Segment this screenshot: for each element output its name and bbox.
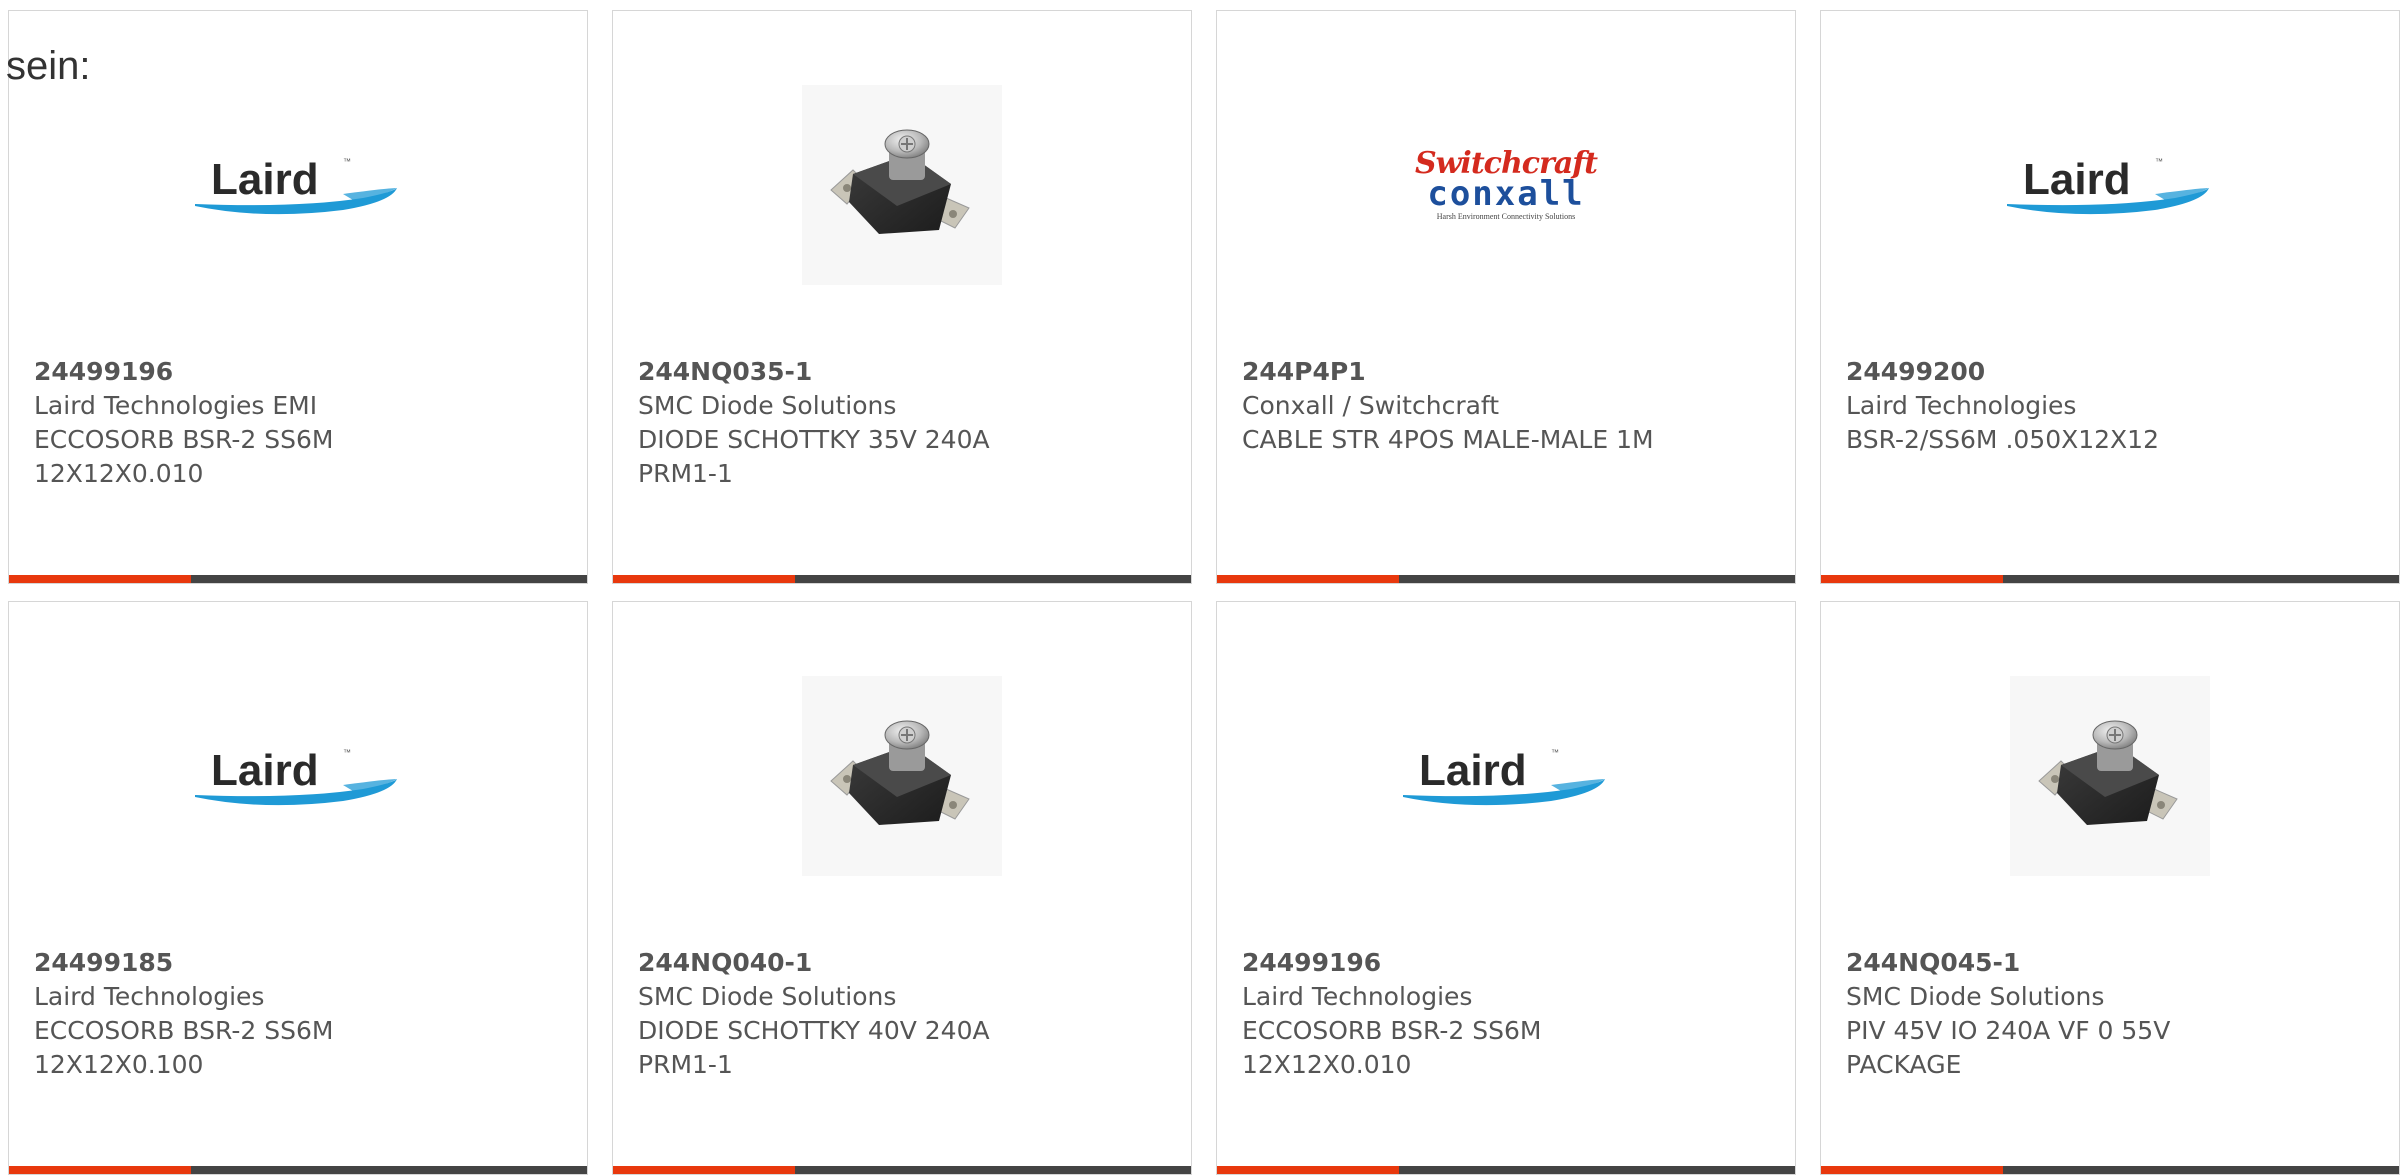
card-bottom-bar: [1821, 1166, 2399, 1174]
product-info: 244NQ040-1 SMC Diode Solutions DIODE SCH…: [638, 946, 1171, 1082]
product-card[interactable]: Laird ™ 24499185 Laird Technologies ECCO…: [8, 601, 588, 1175]
product-image[interactable]: Laird ™: [1217, 660, 1795, 892]
description-line-1: CABLE STR 4POS MALE-MALE 1M: [1242, 425, 1654, 454]
part-number[interactable]: 24499196: [1242, 946, 1775, 980]
description-line-2: PRM1-1: [638, 459, 733, 488]
card-accent-bar: [1217, 575, 1399, 583]
diode-module-photo: [2010, 676, 2210, 876]
product-card[interactable]: 244NQ035-1 SMC Diode Solutions DIODE SCH…: [612, 10, 1192, 584]
manufacturer: SMC Diode Solutions: [1846, 982, 2105, 1011]
product-image[interactable]: Laird ™: [1821, 69, 2399, 301]
laird-logo-icon: Laird ™: [195, 746, 397, 806]
diode-module-photo: [802, 85, 1002, 285]
product-info: 24499196 Laird Technologies ECCOSORB BSR…: [1242, 946, 1775, 1082]
description-line-2: 12X12X0.010: [1242, 1050, 1412, 1079]
product-card[interactable]: Laird ™ 24499196 Laird Technologies ECCO…: [1216, 601, 1796, 1175]
product-info: 244P4P1 Conxall / Switchcraft CABLE STR …: [1242, 355, 1775, 457]
product-image[interactable]: Switchcraft conxall Harsh Environment Co…: [1217, 69, 1795, 301]
diode-module-photo: [802, 676, 1002, 876]
card-bottom-bar: [1217, 1166, 1795, 1174]
description-line-1: DIODE SCHOTTKY 35V 240A: [638, 425, 990, 454]
logo-text: Laird: [2023, 155, 2131, 204]
card-accent-bar: [9, 1166, 191, 1174]
product-card[interactable]: Laird ™ 24499196 Laird Technologies EMI …: [8, 10, 588, 584]
svg-text:™: ™: [2155, 157, 2163, 166]
card-accent-bar: [9, 575, 191, 583]
product-image[interactable]: [613, 660, 1191, 892]
card-accent-bar: [1821, 575, 2003, 583]
logo-tagline: Harsh Environment Connectivity Solutions: [1436, 212, 1576, 221]
laird-logo-icon: Laird ™: [2007, 155, 2209, 215]
manufacturer: Laird Technologies EMI: [34, 391, 318, 420]
svg-text:™: ™: [343, 157, 351, 166]
part-number[interactable]: 244NQ040-1: [638, 946, 1171, 980]
part-number[interactable]: 244NQ035-1: [638, 355, 1171, 389]
svg-text:™: ™: [343, 748, 351, 757]
product-card[interactable]: 244NQ040-1 SMC Diode Solutions DIODE SCH…: [612, 601, 1192, 1175]
product-image[interactable]: [1821, 660, 2399, 892]
product-card[interactable]: 244NQ045-1 SMC Diode Solutions PIV 45V I…: [1820, 601, 2400, 1175]
manufacturer: SMC Diode Solutions: [638, 982, 897, 1011]
part-number[interactable]: 244P4P1: [1242, 355, 1775, 389]
product-info: 24499200 Laird Technologies BSR-2/SS6M .…: [1846, 355, 2379, 457]
part-number[interactable]: 24499185: [34, 946, 567, 980]
part-number[interactable]: 244NQ045-1: [1846, 946, 2379, 980]
description-line-2: 12X12X0.010: [34, 459, 204, 488]
logo-mid-text: conxall: [1427, 174, 1585, 214]
switchcraft-conxall-logo-icon: Switchcraft conxall Harsh Environment Co…: [1415, 149, 1598, 221]
product-image[interactable]: [613, 69, 1191, 301]
description-line-1: ECCOSORB BSR-2 SS6M: [1242, 1016, 1542, 1045]
card-bottom-bar: [1821, 575, 2399, 583]
product-card[interactable]: Laird ™ 24499200 Laird Technologies BSR-…: [1820, 10, 2400, 584]
card-bottom-bar: [9, 575, 587, 583]
part-number[interactable]: 24499196: [34, 355, 567, 389]
manufacturer: Conxall / Switchcraft: [1242, 391, 1500, 420]
card-accent-bar: [613, 575, 795, 583]
description-line-2: PRM1-1: [638, 1050, 733, 1079]
product-info: 244NQ035-1 SMC Diode Solutions DIODE SCH…: [638, 355, 1171, 491]
description-line-1: BSR-2/SS6M .050X12X12: [1846, 425, 2159, 454]
description-line-1: ECCOSORB BSR-2 SS6M: [34, 425, 334, 454]
logo-text: Laird: [211, 155, 319, 204]
product-card[interactable]: Switchcraft conxall Harsh Environment Co…: [1216, 10, 1796, 584]
intro-text: sein:: [6, 44, 91, 88]
description-line-1: DIODE SCHOTTKY 40V 240A: [638, 1016, 990, 1045]
product-info: 24499196 Laird Technologies EMI ECCOSORB…: [34, 355, 567, 491]
product-info: 244NQ045-1 SMC Diode Solutions PIV 45V I…: [1846, 946, 2379, 1082]
card-accent-bar: [1821, 1166, 2003, 1174]
card-bottom-bar: [1217, 575, 1795, 583]
manufacturer: SMC Diode Solutions: [638, 391, 897, 420]
description-line-2: PACKAGE: [1846, 1050, 1962, 1079]
card-bottom-bar: [613, 575, 1191, 583]
description-line-2: 12X12X0.100: [34, 1050, 204, 1079]
manufacturer: Laird Technologies: [34, 982, 265, 1011]
logo-text: Laird: [1419, 746, 1527, 795]
manufacturer: Laird Technologies: [1242, 982, 1473, 1011]
description-line-1: ECCOSORB BSR-2 SS6M: [34, 1016, 334, 1045]
laird-logo-icon: Laird ™: [195, 155, 397, 215]
product-image[interactable]: Laird ™: [9, 660, 587, 892]
card-accent-bar: [1217, 1166, 1399, 1174]
manufacturer: Laird Technologies: [1846, 391, 2077, 420]
card-bottom-bar: [9, 1166, 587, 1174]
product-info: 24499185 Laird Technologies ECCOSORB BSR…: [34, 946, 567, 1082]
product-image[interactable]: Laird ™: [9, 69, 587, 301]
svg-text:™: ™: [1551, 748, 1559, 757]
description-line-1: PIV 45V IO 240A VF 0 55V: [1846, 1016, 2171, 1045]
logo-text: Laird: [211, 746, 319, 795]
part-number[interactable]: 24499200: [1846, 355, 2379, 389]
card-accent-bar: [613, 1166, 795, 1174]
card-bottom-bar: [613, 1166, 1191, 1174]
laird-logo-icon: Laird ™: [1403, 746, 1605, 806]
